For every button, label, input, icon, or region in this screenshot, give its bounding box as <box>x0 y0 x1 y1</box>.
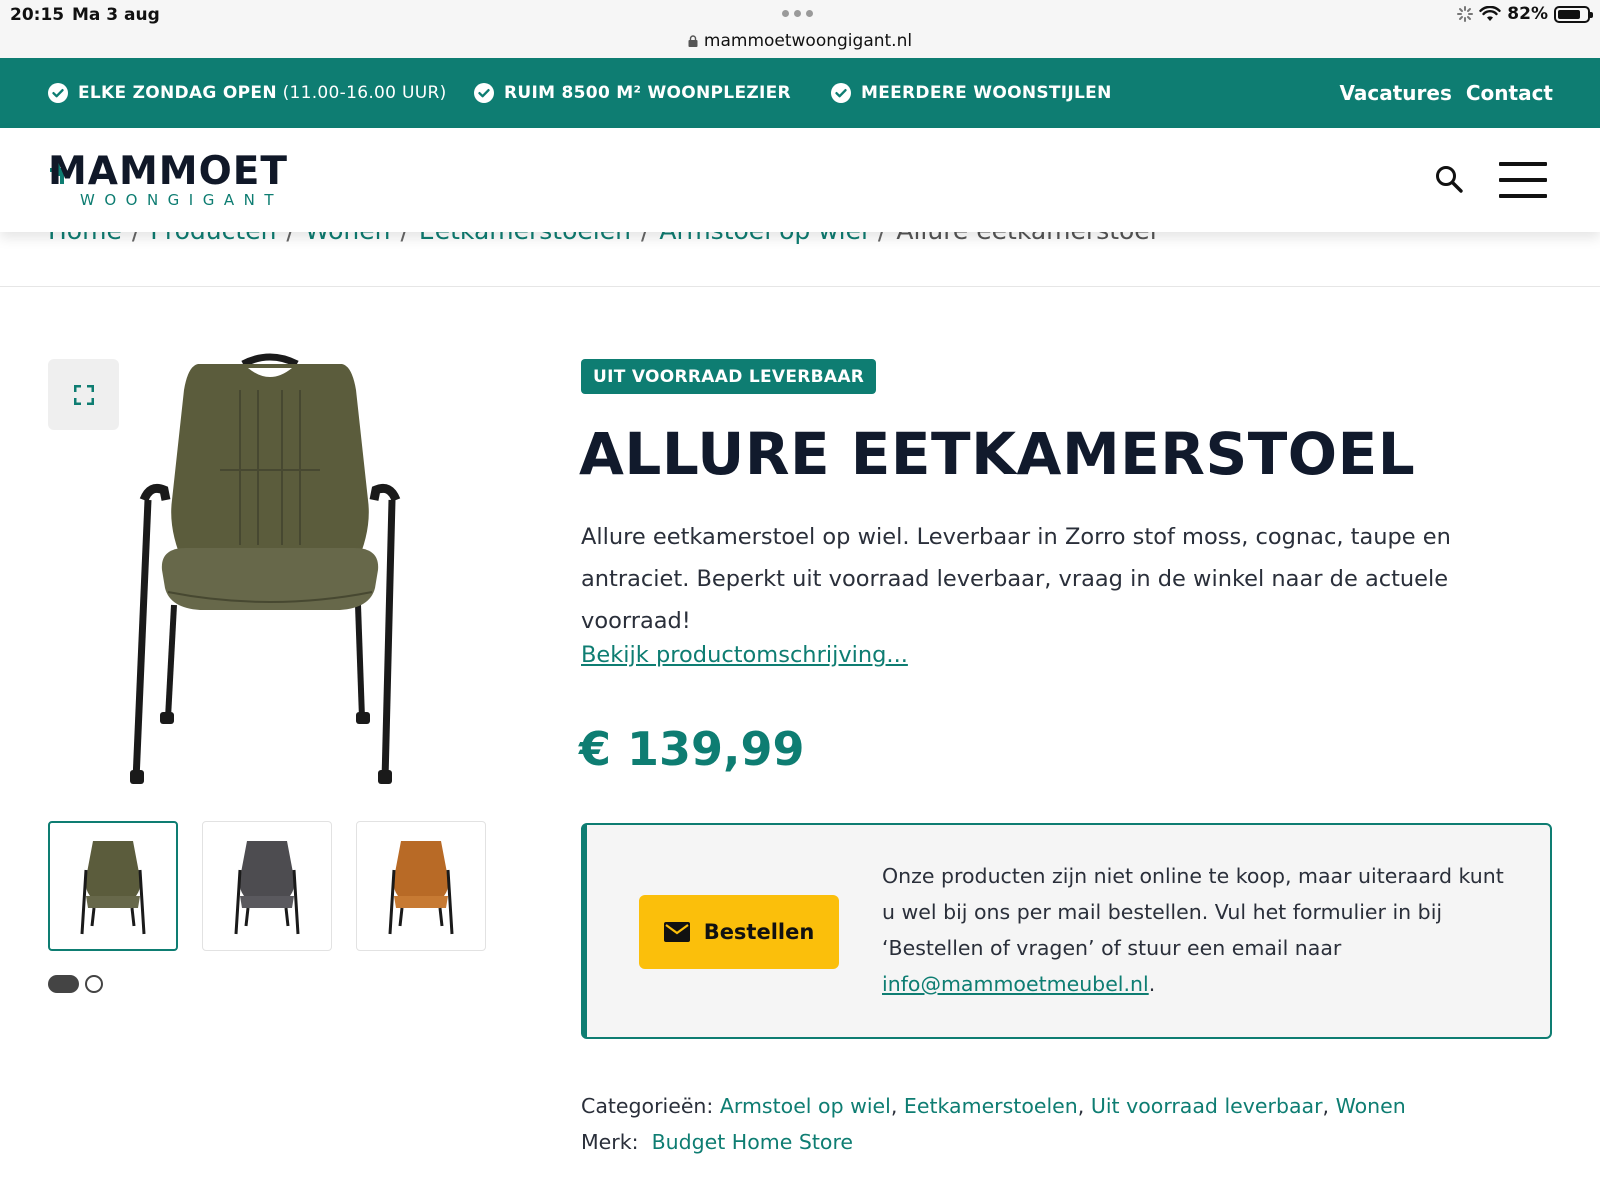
battery-percent: 82% <box>1507 4 1548 24</box>
order-button[interactable]: Bestellen <box>639 895 839 969</box>
order-box: Bestellen Onze producten zijn niet onlin… <box>581 823 1552 1039</box>
category-link[interactable]: Armstoel op wiel <box>720 1094 891 1118</box>
product-price: € 139,99 <box>579 722 805 776</box>
check-circle-icon <box>831 83 851 103</box>
search-icon[interactable] <box>1434 164 1464 194</box>
loading-spinner-icon <box>1457 6 1474 22</box>
brand-row: Merk: Budget Home Store <box>581 1124 1406 1160</box>
email-link[interactable]: info@mammoetmeubel.nl <box>882 972 1149 996</box>
category-link[interactable]: Uit voorraad leverbaar <box>1091 1094 1323 1118</box>
product-title: ALLURE EETKAMERSTOEL <box>579 420 1416 488</box>
brand-link[interactable]: Budget Home Store <box>652 1130 854 1154</box>
thumbnail-moss[interactable] <box>48 821 178 951</box>
product-main-image[interactable] <box>120 350 420 800</box>
chair-thumbnail-image <box>234 841 300 935</box>
check-circle-icon <box>474 83 494 103</box>
status-right: 82% <box>1457 4 1593 24</box>
logo-subtitle: WOONGIGANT <box>80 191 283 209</box>
usp-item-size: RUIM 8500 M² WOONPLEZIER <box>474 58 791 128</box>
usp-item-sunday: ELKE ZONDAG OPEN (11.00-16.00 UUR) <box>48 58 447 128</box>
url-text: mammoetwoongigant.nl <box>703 31 913 51</box>
usp-bold: RUIM 8500 M² WOONPLEZIER <box>504 83 791 103</box>
check-circle-icon <box>48 83 68 103</box>
status-time: 20:15 <box>10 5 65 25</box>
thumbnail-cognac[interactable] <box>356 821 486 951</box>
battery-icon <box>1554 5 1593 23</box>
categories-row: Categorieën: Armstoel op wiel, Eetkamers… <box>581 1094 1406 1118</box>
fullscreen-button[interactable] <box>48 359 119 430</box>
expand-icon <box>73 384 94 405</box>
thumbnail-strip <box>48 821 486 951</box>
chair-thumbnail-image <box>80 841 146 935</box>
hamburger-menu-icon[interactable] <box>1499 162 1547 198</box>
brand-label: Merk: <box>581 1130 639 1154</box>
product-meta: Categorieën: Armstoel op wiel, Eetkamers… <box>581 1088 1406 1160</box>
lock-icon <box>688 35 698 47</box>
product-description: Allure eetkamerstoel op wiel. Leverbaar … <box>581 524 1451 634</box>
usp-item-styles: MEERDERE WOONSTIJLEN <box>831 58 1112 128</box>
status-date: Ma 3 aug <box>72 5 160 25</box>
logo-wordmark: MAMMOET <box>48 149 289 194</box>
order-text: Onze producten zijn niet online te koop,… <box>882 864 1504 960</box>
product-description-link[interactable]: Bekijk productomschrijving... <box>581 642 908 668</box>
order-button-label: Bestellen <box>703 920 815 944</box>
usp-bar: ELKE ZONDAG OPEN (11.00-16.00 UUR) RUIM … <box>0 58 1600 128</box>
stock-badge: UIT VOORRAAD LEVERBAAR <box>581 359 877 394</box>
categories-label: Categorieën: <box>581 1094 714 1118</box>
site-header: MAMMOET WOONGIGANT <box>0 128 1600 232</box>
usp-bold: ELKE ZONDAG OPEN <box>78 83 277 103</box>
chair-thumbnail-image <box>388 841 454 935</box>
carousel-dots <box>48 975 103 993</box>
thumbnail-antraciet[interactable] <box>202 821 332 951</box>
nav-link-vacatures[interactable]: Vacatures <box>1339 81 1451 105</box>
category-link[interactable]: Wonen <box>1336 1094 1406 1118</box>
carousel-dot[interactable] <box>85 975 103 993</box>
category-link[interactable]: Eetkamerstoelen <box>904 1094 1078 1118</box>
nav-link-contact[interactable]: Contact <box>1466 81 1553 105</box>
divider <box>0 286 1600 287</box>
mail-icon <box>663 922 690 942</box>
usp-bold: MEERDERE WOONSTIJLEN <box>861 83 1112 103</box>
wifi-icon <box>1479 6 1501 21</box>
carousel-dot-active[interactable] <box>48 975 79 993</box>
top-nav: Vacatures Contact <box>1339 58 1553 128</box>
order-text-end: . <box>1148 972 1156 996</box>
status-bar: 20:15 Ma 3 aug 82% mammoetwoongigant.nl <box>0 0 1600 58</box>
site-logo[interactable]: MAMMOET WOONGIGANT <box>48 149 300 209</box>
tab-overview-dots-icon[interactable] <box>782 10 813 17</box>
usp-light: (11.00-16.00 UUR) <box>276 83 447 103</box>
order-info-text: Onze producten zijn niet online te koop,… <box>882 858 1522 1002</box>
address-bar[interactable]: mammoetwoongigant.nl <box>0 31 1600 51</box>
